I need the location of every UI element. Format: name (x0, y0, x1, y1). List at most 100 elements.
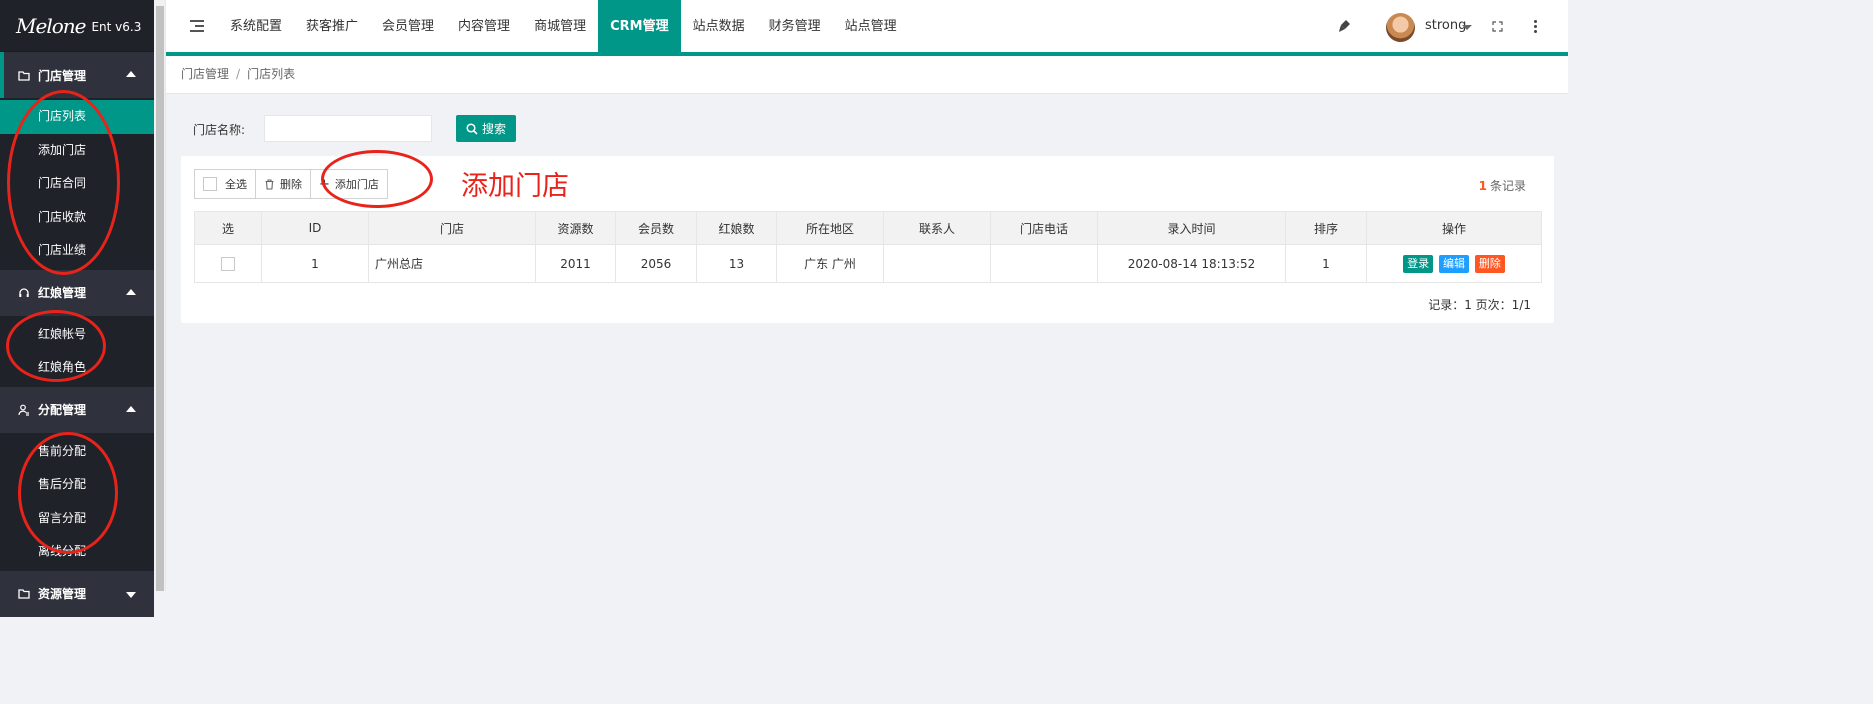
theme-brush-icon[interactable] (1337, 19, 1351, 33)
logo-version: Ent v6.3 (91, 19, 142, 34)
search-button-label: 搜索 (481, 122, 506, 136)
username[interactable]: strong (1425, 18, 1466, 33)
cell-matchmakers: 13 (696, 244, 777, 283)
pagination: 记录：1 页次：1/1 (1428, 298, 1531, 312)
column-header[interactable]: ID (261, 211, 369, 245)
logo[interactable]: Melone Ent v6.3 (0, 0, 154, 52)
cell-members: 2056 (615, 244, 697, 283)
sidebar-sublist-assignment: 售前分配 售后分配 留言分配 离线分配 (0, 432, 154, 571)
nav-crm[interactable]: CRM管理 (598, 0, 681, 52)
sidebar: Melone Ent v6.3 门店管理 门店列表 添加门店 门店合同 门店收款… (0, 0, 154, 617)
sidebar-sublist-matchmakers: 红娘帐号 红娘角色 (0, 315, 154, 387)
chevron-down-icon[interactable] (1462, 25, 1472, 30)
edit-button[interactable]: 编辑 (1439, 254, 1469, 273)
sidebar-group-label: 门店管理 (38, 68, 87, 83)
nav-members[interactable]: 会员管理 (370, 0, 446, 52)
cell-actions: 登录 编辑 删除 (1366, 244, 1542, 283)
select-all-checkbox[interactable] (203, 177, 217, 191)
sidebar-item-store-payments[interactable]: 门店收款 (0, 201, 154, 235)
cell-created: 2020-08-14 18:13:52 (1097, 244, 1286, 283)
nav-site-management[interactable]: 站点管理 (833, 0, 909, 52)
login-button[interactable]: 登录 (1403, 254, 1434, 273)
sidebar-item-offline-assign[interactable]: 离线分配 (0, 535, 154, 569)
store-table: 选 ID 门店 资源数 会员数 红娘数 所在地区 联系人 门店电话 录入时间 排… (194, 211, 1542, 283)
cell-contact (883, 244, 991, 283)
annotation-text: 添加门店 (461, 171, 569, 202)
nav-acquisition[interactable]: 获客推广 (294, 0, 370, 52)
plus-icon: + (319, 176, 330, 192)
sidebar-item-matchmaker-roles[interactable]: 红娘角色 (0, 351, 154, 385)
folder-icon (18, 69, 30, 81)
sidebar-group-label: 资源管理 (38, 587, 87, 601)
sidebar-item-aftersale-assign[interactable]: 售后分配 (0, 468, 154, 502)
store-name-input[interactable] (264, 115, 432, 142)
sidebar-item-store-list[interactable]: 门店列表 (0, 100, 154, 134)
breadcrumb-item[interactable]: 门店管理 (181, 67, 229, 81)
chevron-up-icon (126, 288, 136, 295)
add-store-button[interactable]: + 添加门店 (311, 170, 387, 198)
nav-system-config[interactable]: 系统配置 (218, 0, 294, 52)
search-label: 门店名称: (193, 123, 246, 137)
sidebar-item-store-performance[interactable]: 门店业绩 (0, 234, 154, 268)
sidebar-item-matchmaker-accounts[interactable]: 红娘帐号 (0, 318, 154, 352)
row-checkbox[interactable] (221, 256, 235, 271)
sidebar-group-matchmakers[interactable]: 红娘管理 (0, 269, 154, 316)
sidebar-item-add-store[interactable]: 添加门店 (0, 134, 154, 168)
column-header: 录入时间 (1097, 211, 1286, 245)
user-assign-icon (18, 404, 30, 416)
cell-sort: 1 (1285, 244, 1367, 283)
nav-site-data[interactable]: 站点数据 (681, 0, 757, 52)
menu-toggle-icon[interactable] (190, 20, 204, 35)
breadcrumb-current: 门店列表 (247, 67, 296, 81)
sidebar-group-label: 分配管理 (38, 403, 87, 417)
chevron-up-icon (126, 405, 136, 412)
record-count-number: 1 (1478, 179, 1487, 193)
sidebar-group-resources[interactable]: 资源管理 (0, 570, 154, 617)
select-all-label: 全选 (225, 178, 247, 191)
table-row: 1 广州总店 2011 2056 13 广东 广州 2020-08-14 18:… (194, 244, 1542, 283)
nav-content[interactable]: 内容管理 (446, 0, 522, 52)
cell-resources: 2011 (535, 244, 616, 283)
store-list-card: 全选 删除 + 添加门店 1 条记录 选 ID 门店 资源数 会员数 红娘数 所在… (181, 156, 1554, 323)
more-vertical-icon[interactable] (1534, 20, 1538, 35)
nav-finance[interactable]: 财务管理 (757, 0, 833, 52)
record-count: 1 条记录 (1479, 177, 1526, 194)
sidebar-sublist-stores: 门店列表 添加门店 门店合同 门店收款 门店业绩 (0, 98, 154, 270)
top-nav: 系统配置 获客推广 会员管理 内容管理 商城管理 CRM管理 站点数据 财务管理… (218, 0, 909, 52)
delete-button[interactable]: 删除 (256, 170, 311, 198)
toolbar-button-group: 全选 删除 + 添加门店 (194, 169, 388, 199)
sidebar-group-label: 红娘管理 (38, 286, 87, 300)
chevron-up-icon (126, 71, 136, 77)
chevron-down-icon (126, 591, 136, 598)
sidebar-group-stores[interactable]: 门店管理 (0, 52, 154, 98)
search-button[interactable]: 搜索 (456, 115, 516, 142)
avatar[interactable] (1386, 13, 1415, 42)
top-navbar: 系统配置 获客推广 会员管理 内容管理 商城管理 CRM管理 站点数据 财务管理… (166, 0, 1568, 52)
delete-row-button[interactable]: 删除 (1474, 254, 1505, 273)
column-header: 会员数 (615, 211, 697, 245)
sidebar-item-store-contracts[interactable]: 门店合同 (0, 167, 154, 201)
nav-shop[interactable]: 商城管理 (522, 0, 598, 52)
column-header: 选 (194, 211, 262, 245)
column-header: 红娘数 (696, 211, 777, 245)
row-select-cell (194, 244, 262, 283)
trash-icon (265, 178, 274, 190)
add-store-label: 添加门店 (334, 178, 379, 191)
column-header: 联系人 (883, 211, 991, 245)
sidebar-item-presale-assign[interactable]: 售前分配 (0, 435, 154, 469)
headset-icon (18, 287, 30, 299)
column-header: 所在地区 (776, 211, 884, 245)
delete-label: 删除 (280, 178, 302, 191)
folder-icon (18, 588, 30, 600)
sidebar-item-message-assign[interactable]: 留言分配 (0, 502, 154, 536)
column-header: 门店 (368, 211, 536, 245)
sidebar-scrollbar[interactable] (154, 0, 166, 591)
fullscreen-icon[interactable] (1492, 21, 1503, 32)
scrollbar-thumb[interactable] (156, 6, 164, 591)
sidebar-group-assignment[interactable]: 分配管理 (0, 386, 154, 433)
record-count-suffix: 条记录 (1489, 179, 1526, 193)
select-all-button[interactable]: 全选 (195, 170, 256, 198)
table-header-row: 选 ID 门店 资源数 会员数 红娘数 所在地区 联系人 门店电话 录入时间 排… (194, 211, 1542, 245)
cell-phone (990, 244, 1098, 283)
cell-store: 广州总店 (368, 244, 536, 283)
